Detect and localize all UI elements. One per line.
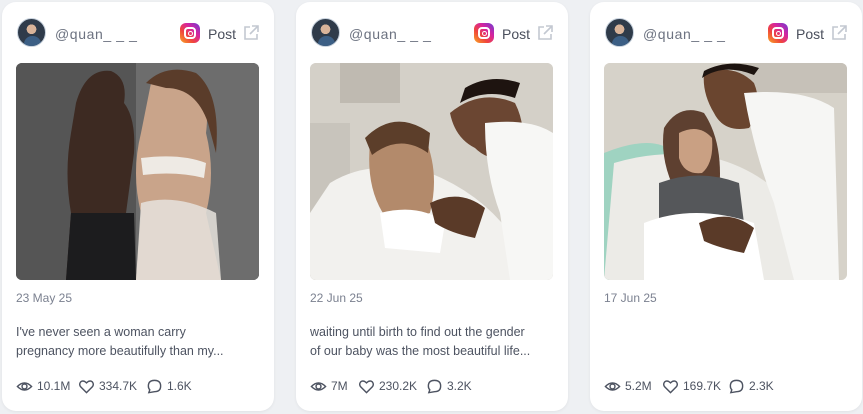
external-link-icon[interactable] <box>536 24 554 42</box>
comments-count: 3.2K <box>447 379 472 393</box>
instagram-icon <box>474 23 494 43</box>
post-card[interactable]: @quan_ _ _ Post 23 May 25 I've never see… <box>2 2 274 411</box>
comments-stat: 2.3K <box>728 376 774 396</box>
post-date: 23 May 25 <box>16 291 73 305</box>
card-header: @quan_ _ _ Post <box>310 16 554 50</box>
comments-stat: 3.2K <box>426 376 472 396</box>
heart-icon <box>358 379 375 394</box>
views-count: 10.1M <box>37 379 71 393</box>
instagram-icon <box>180 23 200 43</box>
instagram-icon <box>768 23 788 43</box>
comments-stat: 1.6K <box>146 376 192 396</box>
external-link-icon[interactable] <box>830 24 848 42</box>
views-stat: 10.1M <box>16 376 70 396</box>
avatar[interactable] <box>605 18 634 47</box>
likes-count: 334.7K <box>99 379 138 393</box>
username-handle[interactable]: @quan_ _ _ <box>643 26 726 42</box>
post-image[interactable] <box>310 63 553 280</box>
views-stat: 5.2M <box>604 376 652 396</box>
likes-stat: 334.7K <box>78 376 137 396</box>
post-caption: waiting until birth to find out the gend… <box>310 323 554 361</box>
external-link-icon[interactable] <box>242 24 260 42</box>
likes-stat: 169.7K <box>662 376 721 396</box>
post-type-label: Post <box>502 26 531 42</box>
card-header: @quan_ _ _ Post <box>604 16 848 50</box>
heart-icon <box>662 379 679 394</box>
post-stats: 10.1M 334.7K 1.6K <box>16 376 260 396</box>
post-stats: 7M 230.2K 3.2K <box>310 376 554 396</box>
comments-count: 1.6K <box>167 379 192 393</box>
card-header: @quan_ _ _ Post <box>16 16 260 50</box>
views-stat: 7M <box>310 376 348 396</box>
post-image[interactable] <box>604 63 847 280</box>
post-card[interactable]: @quan_ _ _ Post 22 Jun 25 waiting until … <box>296 2 568 411</box>
views-count: 7M <box>331 379 348 393</box>
post-date: 17 Jun 25 <box>604 291 657 305</box>
caption-line: waiting until birth to find out the gend… <box>310 325 525 339</box>
post-card[interactable]: @quan_ _ _ Post 17 Jun 25 5.2M 169.7K 2.… <box>590 2 862 411</box>
post-type-label: Post <box>208 26 237 42</box>
avatar[interactable] <box>311 18 340 47</box>
eye-icon <box>310 381 327 391</box>
username-handle[interactable]: @quan_ _ _ <box>55 26 138 42</box>
caption-line: pregnancy more beautifully than my... <box>16 344 224 358</box>
comment-icon <box>427 379 442 394</box>
comments-count: 2.3K <box>749 379 774 393</box>
post-stats: 5.2M 169.7K 2.3K <box>604 376 848 396</box>
comment-icon <box>147 379 162 394</box>
eye-icon <box>16 381 33 391</box>
eye-icon <box>604 381 621 391</box>
post-image[interactable] <box>16 63 259 280</box>
post-type-label: Post <box>796 26 825 42</box>
post-card-row: @quan_ _ _ Post 23 May 25 I've never see… <box>0 0 863 414</box>
caption-line: of our baby was the most beautiful life.… <box>310 344 531 358</box>
post-caption: I've never seen a woman carry pregnancy … <box>16 323 260 361</box>
caption-line: I've never seen a woman carry <box>16 325 186 339</box>
views-count: 5.2M <box>625 379 652 393</box>
avatar[interactable] <box>17 18 46 47</box>
heart-icon <box>78 379 95 394</box>
likes-count: 169.7K <box>683 379 722 393</box>
username-handle[interactable]: @quan_ _ _ <box>349 26 432 42</box>
likes-count: 230.2K <box>379 379 418 393</box>
post-date: 22 Jun 25 <box>310 291 363 305</box>
likes-stat: 230.2K <box>358 376 417 396</box>
comment-icon <box>729 379 744 394</box>
